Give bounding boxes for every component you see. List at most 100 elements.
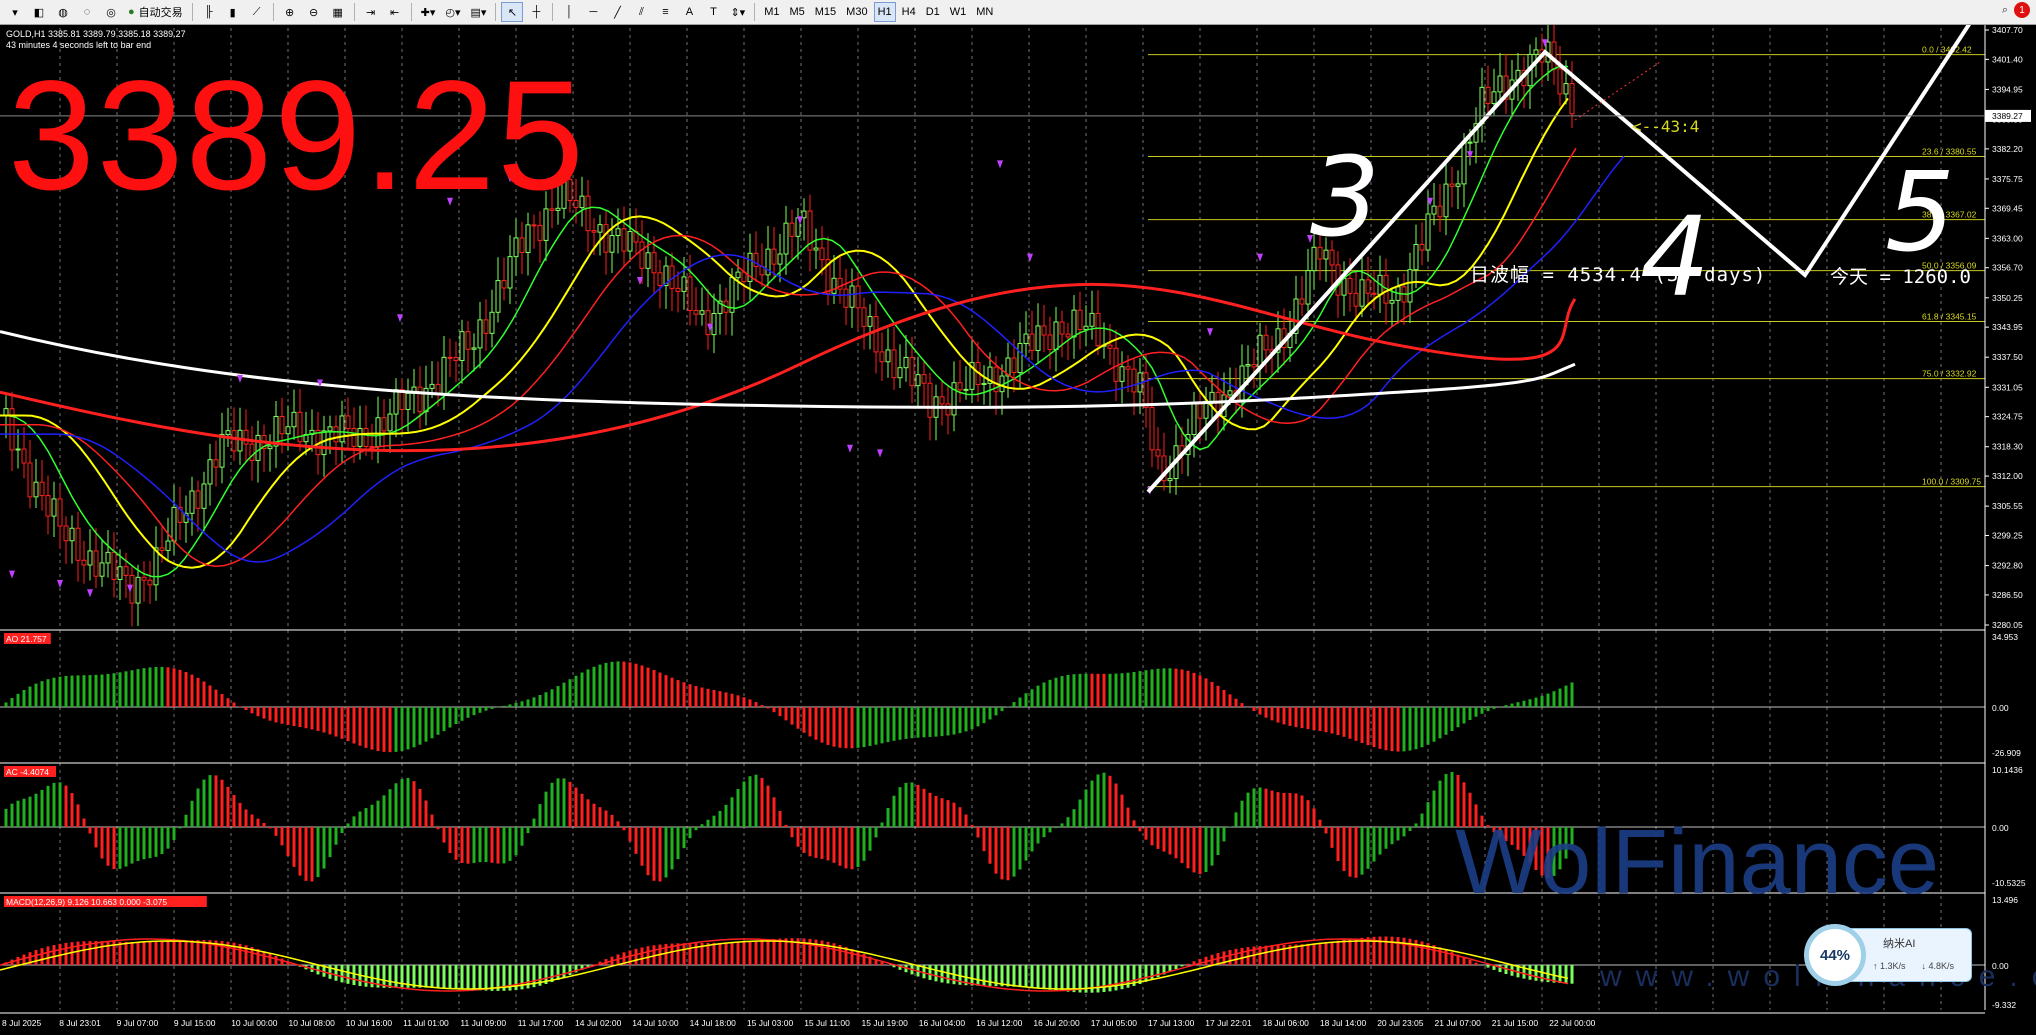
auto-trade-button[interactable]: ● 自动交易 bbox=[124, 2, 187, 22]
indicators-icon[interactable]: ✚▾ bbox=[417, 2, 440, 22]
candle-body bbox=[87, 550, 93, 566]
price-tick: 3401.40 bbox=[1992, 54, 2023, 64]
candle-body bbox=[1125, 366, 1131, 370]
candle-body bbox=[1371, 292, 1377, 295]
arrows-icon[interactable]: ⇕▾ bbox=[726, 2, 749, 22]
candle-body bbox=[1389, 299, 1395, 304]
tf-D1[interactable]: D1 bbox=[922, 2, 944, 22]
candle-body bbox=[963, 388, 969, 391]
candle-body bbox=[351, 427, 357, 447]
price-tick: 3369.45 bbox=[1992, 203, 2023, 213]
vertical-line-icon[interactable]: │ bbox=[558, 2, 580, 22]
autoscroll-icon[interactable]: ⇤ bbox=[384, 2, 406, 22]
zoom-in-icon[interactable]: ⊕ bbox=[279, 2, 301, 22]
candle-body bbox=[147, 579, 153, 586]
price-tick: 3299.25 bbox=[1992, 531, 2023, 541]
ai-widget[interactable]: 纳米AI ↑ 1.3K/s ↓ 4.8K/s 44% bbox=[1804, 924, 1972, 986]
toolbar-divider bbox=[552, 3, 554, 21]
candle-body bbox=[393, 389, 399, 415]
candle-body bbox=[693, 309, 699, 315]
fractal-arrow bbox=[847, 444, 853, 453]
candle-body bbox=[27, 462, 33, 498]
tf-W1[interactable]: W1 bbox=[946, 2, 971, 22]
candle-body bbox=[531, 224, 537, 227]
bar-chart-icon[interactable]: ╟ bbox=[198, 2, 220, 22]
ai-title: 纳米AI bbox=[1883, 938, 1916, 950]
chart-shift-icon[interactable]: ⇥ bbox=[360, 2, 382, 22]
price-tick: 3286.50 bbox=[1992, 590, 2023, 600]
terminal-icon[interactable]: ◎ bbox=[100, 2, 122, 22]
tile-windows-icon[interactable]: ▦ bbox=[327, 2, 349, 22]
candle-body bbox=[537, 224, 543, 241]
candle-body bbox=[705, 310, 711, 336]
toolbar-divider bbox=[754, 3, 756, 21]
candle-body bbox=[1245, 364, 1251, 367]
tf-H1[interactable]: H1 bbox=[873, 2, 896, 22]
line-chart-icon[interactable]: ⟋ bbox=[246, 2, 268, 22]
horizontal-line-icon[interactable]: ─ bbox=[582, 2, 604, 22]
candle-body bbox=[615, 228, 621, 236]
market-watch-icon[interactable]: ◧ bbox=[28, 2, 50, 22]
candle-body bbox=[489, 311, 495, 334]
periods-icon[interactable]: ◴▾ bbox=[441, 2, 464, 22]
candle-body bbox=[99, 562, 105, 577]
candle-body bbox=[939, 396, 945, 405]
candle-body bbox=[1071, 309, 1077, 338]
elliott-label: 3 bbox=[1310, 133, 1380, 261]
new-chart-button[interactable]: ▾ bbox=[4, 2, 26, 22]
tf-M15[interactable]: M15 bbox=[811, 2, 840, 22]
candle-body bbox=[189, 490, 195, 514]
ai-gauge[interactable]: 44% bbox=[1804, 924, 1866, 986]
ai-speed: ↑ 1.3K/s ↓ 4.8K/s bbox=[1873, 961, 1954, 971]
time-tick: 17 Jul 22:01 bbox=[1205, 1018, 1252, 1028]
candle-body bbox=[657, 272, 663, 287]
candle-body bbox=[1035, 325, 1041, 351]
time-tick: 18 Jul 14:00 bbox=[1320, 1018, 1367, 1028]
text-icon[interactable]: A bbox=[678, 2, 700, 22]
zoom-out-icon[interactable]: ⊖ bbox=[303, 2, 325, 22]
elliott-label: 4 bbox=[1640, 193, 1710, 321]
tf-H4[interactable]: H4 bbox=[898, 2, 920, 22]
text-label-icon[interactable]: T bbox=[702, 2, 724, 22]
toolbar-divider bbox=[495, 3, 497, 21]
candle-body bbox=[255, 434, 261, 461]
tf-MN[interactable]: MN bbox=[972, 2, 997, 22]
candle-body bbox=[231, 430, 237, 452]
data-window-icon[interactable]: ◍ bbox=[52, 2, 74, 22]
fractal-arrow bbox=[87, 589, 93, 598]
candlestick-icon[interactable]: ▮ bbox=[222, 2, 244, 22]
macd-label: MACD(12,26,9) 9.126 10.663 0.000 -3.075 bbox=[6, 897, 167, 907]
price-tick: 3280.05 bbox=[1992, 620, 2023, 630]
candle-body bbox=[1551, 41, 1557, 70]
time-tick: 15 Jul 19:00 bbox=[862, 1018, 909, 1028]
symbol-info: GOLD,H1 3385.81 3389.79 3385.18 3389.27 bbox=[6, 29, 186, 39]
templates-icon[interactable]: ▤▾ bbox=[467, 2, 491, 22]
trendline-icon[interactable]: ╱ bbox=[606, 2, 628, 22]
notification-badge[interactable]: 1 bbox=[2014, 2, 2030, 18]
tf-M1[interactable]: M1 bbox=[760, 2, 783, 22]
tf-M30[interactable]: M30 bbox=[842, 2, 871, 22]
tf-M5[interactable]: M5 bbox=[785, 2, 808, 22]
cursor-icon[interactable]: ↖ bbox=[501, 2, 524, 22]
candle-body bbox=[1011, 357, 1017, 374]
download-speed: ↓ 4.8K/s bbox=[1921, 961, 1955, 971]
toolbar-divider bbox=[272, 3, 274, 21]
candle-body bbox=[687, 276, 693, 311]
fibonacci-icon[interactable]: ≡ bbox=[654, 2, 676, 22]
candle-body bbox=[861, 307, 867, 327]
pane-axis-tick: 10.1436 bbox=[1992, 765, 2023, 775]
price-tick: 3382.20 bbox=[1992, 144, 2023, 154]
search-icon[interactable]: ⌕ bbox=[2002, 4, 2008, 17]
current-price-tag: 3389.27 bbox=[1992, 111, 2023, 121]
channel-icon[interactable]: ⫽ bbox=[630, 2, 652, 22]
price-tick: 3363.00 bbox=[1992, 233, 2023, 243]
crosshair-icon[interactable]: ┼ bbox=[525, 2, 547, 22]
price-tick: 3375.75 bbox=[1992, 174, 2023, 184]
candle-body bbox=[477, 319, 483, 349]
ao-label: AO 21.757 bbox=[6, 634, 47, 644]
time-tick: 14 Jul 10:00 bbox=[632, 1018, 679, 1028]
candle-body bbox=[1425, 213, 1431, 251]
navigator-icon[interactable]: ◌ bbox=[76, 2, 98, 22]
candle-body bbox=[267, 445, 273, 450]
daily-amplitude-label: 日波幅 = 4534.4 (30 days) bbox=[1470, 264, 1767, 286]
